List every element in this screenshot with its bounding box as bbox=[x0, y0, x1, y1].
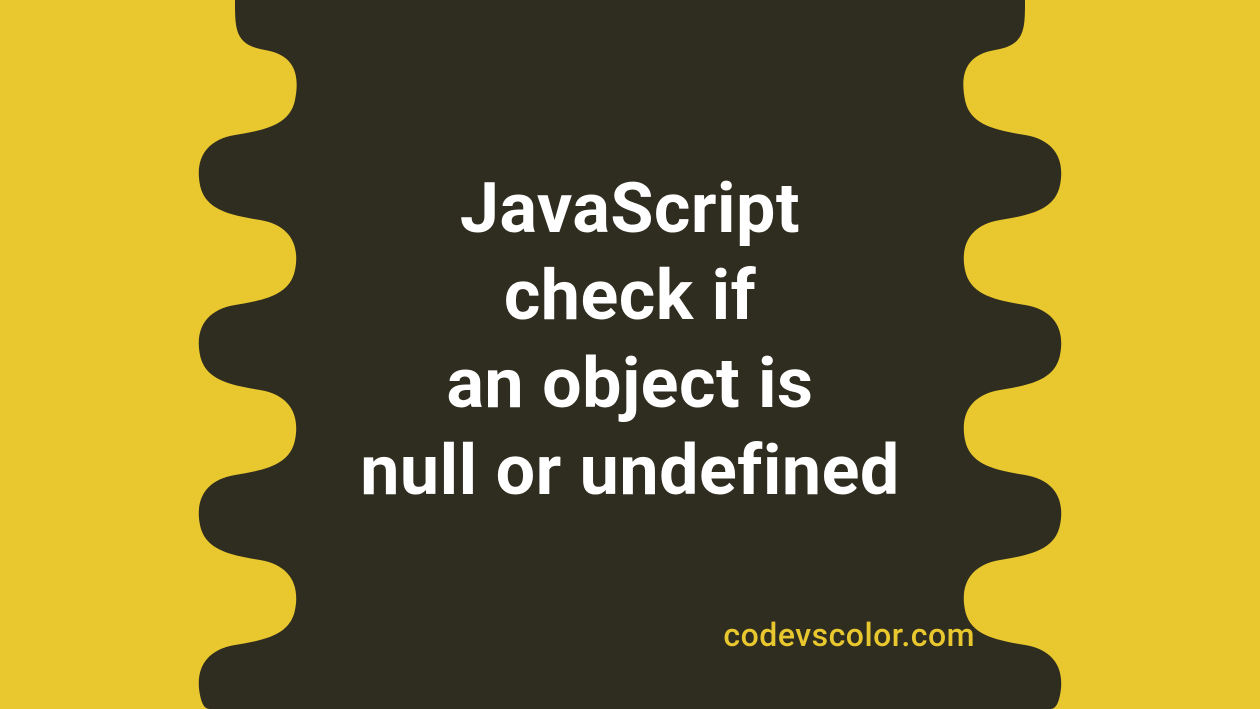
promo-title: JavaScript check if an object is null or… bbox=[360, 166, 900, 516]
site-watermark: codevscolor.com bbox=[723, 616, 975, 654]
